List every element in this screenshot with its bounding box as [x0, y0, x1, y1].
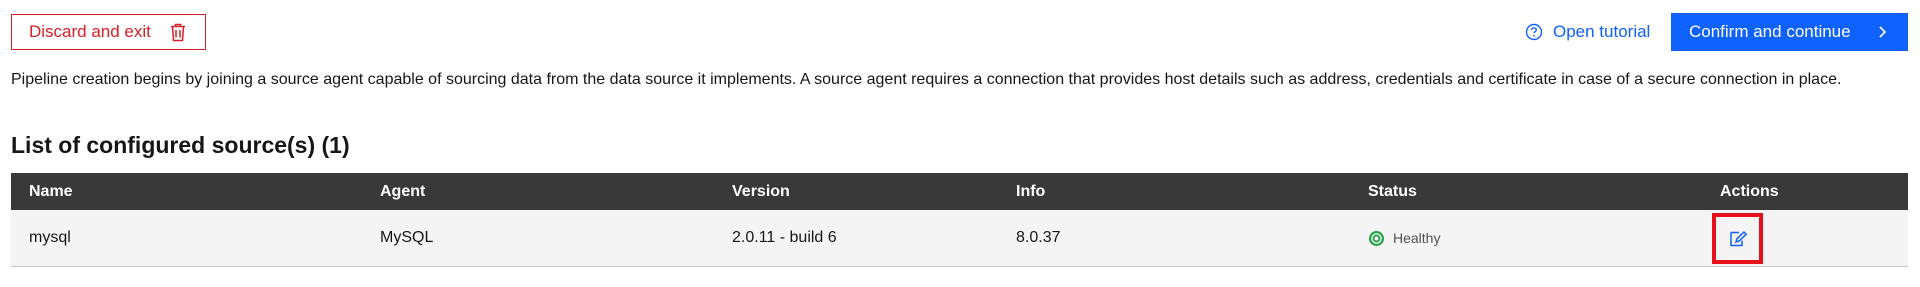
source-agent: MySQL — [380, 229, 434, 246]
pipeline-description: Pipeline creation begins by joining a so… — [11, 71, 1842, 88]
configured-sources-title: List of configured source(s) (1) — [11, 132, 350, 158]
edit-icon[interactable] — [1729, 230, 1747, 248]
table-row: mysql MySQL 2.0.11 - build 6 8.0.37 Heal… — [11, 210, 1908, 267]
column-header-name: Name — [29, 182, 73, 200]
page-toolbar: Discard and exit Open tutorial Confirm a… — [0, 0, 1920, 60]
column-header-version: Version — [732, 182, 790, 200]
column-header-info: Info — [1016, 182, 1046, 200]
chevron-right-icon — [1879, 26, 1887, 38]
discard-and-exit-button[interactable]: Discard and exit — [11, 14, 206, 50]
help-circle-icon — [1525, 23, 1543, 41]
confirm-label: Confirm and continue — [1689, 22, 1851, 41]
confirm-and-continue-button[interactable]: Confirm and continue — [1671, 13, 1908, 51]
tutorial-label: Open tutorial — [1553, 22, 1651, 41]
open-tutorial-link[interactable]: Open tutorial — [1525, 20, 1650, 44]
trash-icon — [171, 23, 185, 42]
column-header-agent: Agent — [380, 182, 426, 200]
discard-label: Discard and exit — [29, 22, 151, 41]
column-header-actions: Actions — [1720, 182, 1779, 200]
healthy-status-icon — [1369, 230, 1384, 246]
source-name: mysql — [29, 229, 71, 246]
source-info: 8.0.37 — [1016, 229, 1061, 246]
column-header-status: Status — [1368, 182, 1417, 200]
source-version: 2.0.11 - build 6 — [732, 229, 837, 246]
sources-table: Name Agent Version Info Status Actions m… — [11, 173, 1908, 267]
source-status: Healthy — [1368, 230, 1440, 247]
table-header: Name Agent Version Info Status Actions — [11, 173, 1908, 210]
status-label: Healthy — [1393, 230, 1441, 246]
edit-action-highlight — [1712, 213, 1763, 264]
